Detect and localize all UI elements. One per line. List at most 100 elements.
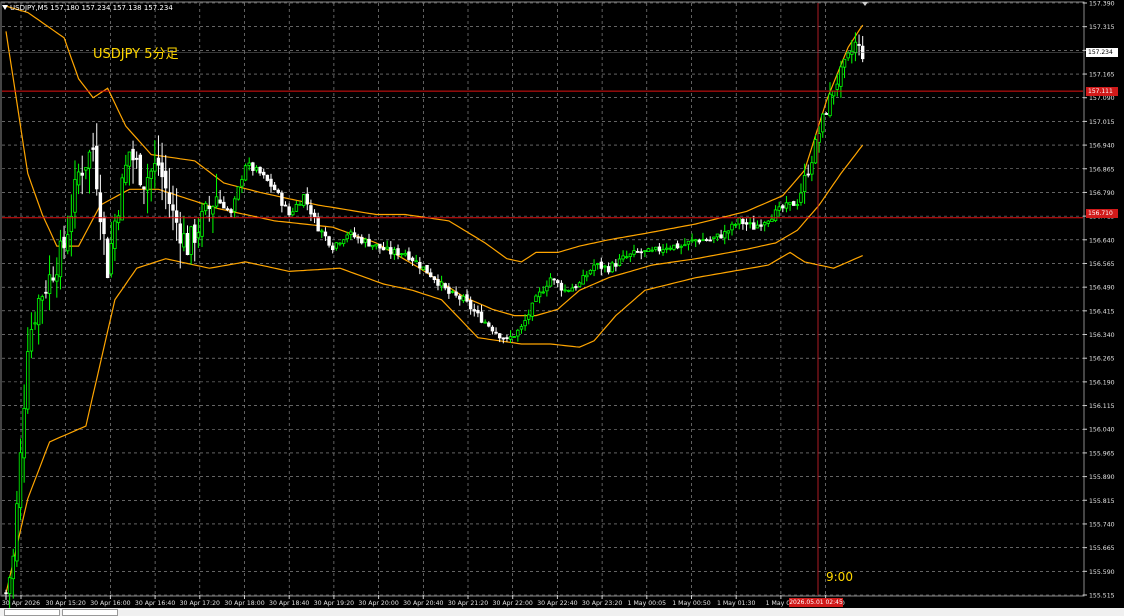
bear-candle [432,276,437,281]
chart-shift-arrow-icon[interactable] [862,2,868,6]
bull-candle [7,577,12,595]
bull-candle [385,246,389,250]
bear-candle [280,192,284,206]
price-tick-label: 156.790 [1089,190,1115,197]
bear-candle [229,209,233,214]
bull-candle [646,248,651,253]
chart-window[interactable]: 157.390157.315157.240157.165157.090157.0… [0,0,1124,616]
bear-candle [356,236,360,239]
bear-candle [360,236,364,244]
bear-candle [44,291,48,294]
overlay-title: USDJPY 5分足 [93,47,179,62]
time-tick-label: 1 May 01:30 [717,600,756,607]
bull-candle [733,223,738,226]
bear-candle [167,192,172,205]
price-tick-label: 157.165 [1089,72,1115,79]
bull-candle [748,222,752,225]
chart-tab[interactable] [62,609,118,616]
bull-candle [853,41,858,54]
bull-candle [570,287,574,292]
price-tick-label: 157.090 [1089,95,1115,102]
bull-candle [189,226,193,255]
bear-candle [752,222,756,230]
bull-candle [766,220,770,224]
bear-candle [171,204,175,211]
price-tick-label: 155.740 [1089,521,1115,528]
bear-candle [305,193,309,205]
bull-candle [196,232,201,239]
bull-candle [22,408,26,459]
bull-candle [628,253,633,257]
bear-candle [258,166,262,174]
bear-candle [447,286,451,294]
price-tick-label: 156.490 [1089,285,1115,292]
bull-candle [203,202,208,212]
price-tick-label: 155.665 [1089,545,1115,552]
bull-candle [291,211,295,216]
bear-candle [487,322,491,327]
crosshair-time-tag: 2026.05.01 02:45 [789,598,843,607]
time-tick-label: 30 Apr 15:20 [46,600,86,607]
bull-candle [799,192,803,203]
bull-candle [214,196,219,207]
bull-candle [519,326,524,330]
bear-candle [476,309,480,314]
bear-candle [156,157,161,166]
bull-candle [784,202,789,209]
bear-candle [287,206,291,216]
bull-candle [26,351,30,410]
bull-candle [87,151,92,169]
price-tick-label: 156.640 [1089,237,1115,244]
bull-candle [770,218,774,222]
bear-candle [559,282,564,291]
bull-candle [541,291,545,294]
bull-candle [581,275,585,285]
hline-price-tag: 156.710 [1086,209,1118,218]
time-tick-label: 30 Apr 20:00 [358,600,398,607]
bull-candle [762,222,767,226]
bull-candle [15,503,19,562]
chart-tab[interactable] [4,609,60,616]
bear-candle [80,172,84,176]
bull-candle [109,243,113,275]
bear-candle [4,592,8,595]
bull-candle [18,452,23,508]
bull-candle [701,239,705,242]
bull-candle [320,230,324,233]
bull-candle [403,252,407,256]
bull-candle [40,296,44,301]
price-tick-label: 156.265 [1089,356,1115,363]
bull-candle [755,224,760,229]
bull-candle [512,336,516,338]
bear-candle [436,279,440,286]
bear-candle [283,204,288,207]
bull-candle [301,194,306,206]
bear-candle [552,278,556,281]
bear-candle [276,189,280,193]
time-tick-label: 30 Apr 20:40 [403,600,443,607]
bear-candle [741,218,745,225]
bull-candle [120,177,124,221]
bull-candle [345,234,349,240]
bear-candle [134,157,139,160]
bull-candle [374,243,378,247]
bull-candle [668,247,672,250]
bear-candle [262,171,266,176]
bear-candle [95,145,99,190]
bull-candle [149,170,153,179]
bear-candle [185,232,190,256]
bull-candle [625,256,629,259]
bull-candle [730,223,734,231]
bull-candle [534,295,538,302]
bull-candle [55,274,59,282]
bear-candle [312,212,317,217]
bear-candle [635,251,640,253]
bear-candle [222,201,226,209]
bull-candle [672,244,676,250]
bull-candle [686,240,691,245]
bull-candle [439,281,444,287]
bear-candle [418,261,422,269]
chart-menu-triangle-icon[interactable] [2,5,8,10]
bear-candle [102,217,106,235]
price-chart[interactable]: 157.390157.315157.240157.165157.090157.0… [0,0,1124,616]
